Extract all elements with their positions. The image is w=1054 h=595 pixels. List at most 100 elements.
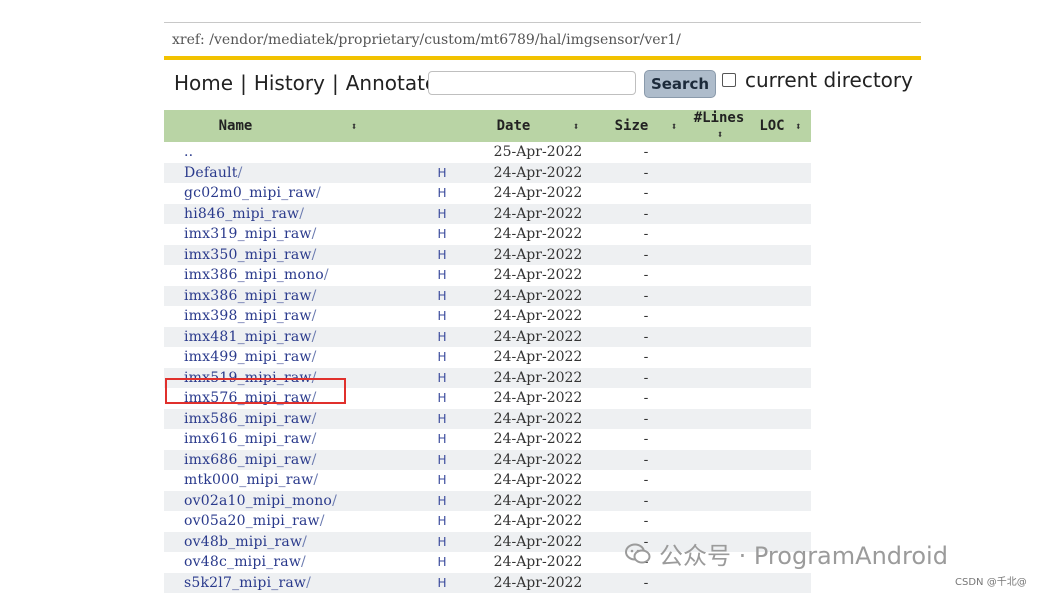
file-name-link[interactable]: .. bbox=[164, 142, 412, 163]
table-row[interactable]: imx586_mipi_raw/H 24-Apr-2022- bbox=[164, 408, 811, 429]
table-row[interactable]: gc02m0_mipi_raw/H 24-Apr-2022- bbox=[164, 183, 811, 204]
history-h-link[interactable]: H bbox=[412, 326, 472, 347]
annotate-link[interactable]: Annotate bbox=[346, 71, 438, 95]
history-h-link[interactable]: H bbox=[412, 531, 472, 552]
file-name-link[interactable]: imx319_mipi_raw/ bbox=[164, 224, 412, 245]
file-name-link[interactable]: imx481_mipi_raw/ bbox=[164, 326, 412, 347]
table-row[interactable]: imx350_mipi_raw/H 24-Apr-2022- bbox=[164, 244, 811, 265]
search-input[interactable] bbox=[428, 71, 636, 95]
file-name[interactable]: imx386_mipi_raw bbox=[184, 288, 312, 304]
file-name-link[interactable]: imx616_mipi_raw/ bbox=[164, 429, 412, 450]
history-h-link[interactable]: H bbox=[412, 429, 472, 450]
history-h-link[interactable]: H bbox=[412, 203, 472, 224]
history-h-link[interactable]: H bbox=[412, 511, 472, 532]
file-name[interactable]: imx586_mipi_raw bbox=[184, 411, 312, 427]
file-name-link[interactable]: imx586_mipi_raw/ bbox=[164, 408, 412, 429]
history-h-link[interactable]: H bbox=[412, 285, 472, 306]
date-cell: 24-Apr-2022 bbox=[493, 267, 583, 284]
sort-icon[interactable]: ⬍ bbox=[573, 120, 580, 133]
header-loc[interactable]: LOC ⬍ bbox=[750, 110, 811, 142]
file-name-link[interactable]: imx499_mipi_raw/ bbox=[164, 347, 412, 368]
file-name-link[interactable]: Default/ bbox=[164, 162, 412, 183]
file-name-link[interactable]: imx350_mipi_raw/ bbox=[164, 244, 412, 265]
history-h-link[interactable]: H bbox=[412, 224, 472, 245]
sort-icon[interactable]: ⬍ bbox=[671, 120, 678, 133]
file-name[interactable]: Default bbox=[184, 165, 238, 181]
loc-cell bbox=[750, 490, 811, 511]
file-name-link[interactable]: ov05a20_mipi_raw/ bbox=[164, 511, 412, 532]
history-link[interactable]: History bbox=[254, 71, 325, 95]
table-row[interactable]: s5k2l7_mipi_raw/H 24-Apr-2022- bbox=[164, 572, 811, 593]
file-name-link[interactable]: ov48b_mipi_raw/ bbox=[164, 531, 412, 552]
file-name-link[interactable]: imx386_mipi_mono/ bbox=[164, 265, 412, 286]
table-row[interactable]: ov05a20_mipi_raw/H 24-Apr-2022- bbox=[164, 511, 811, 532]
file-name[interactable]: ov48c_mipi_raw bbox=[184, 554, 301, 570]
file-name-link[interactable]: imx386_mipi_raw/ bbox=[164, 285, 412, 306]
history-h-link[interactable]: H bbox=[412, 552, 472, 573]
file-name[interactable]: imx499_mipi_raw bbox=[184, 349, 312, 365]
table-row[interactable]: imx386_mipi_mono/H 24-Apr-2022- bbox=[164, 265, 811, 286]
file-name[interactable]: ov48b_mipi_raw bbox=[184, 534, 302, 550]
table-row[interactable]: imx499_mipi_raw/H 24-Apr-2022- bbox=[164, 347, 811, 368]
sort-icon[interactable]: ⬍ bbox=[717, 128, 724, 141]
file-name-link[interactable]: imx686_mipi_raw/ bbox=[164, 449, 412, 470]
file-name[interactable]: imx350_mipi_raw bbox=[184, 247, 312, 263]
table-row[interactable]: Default/H 24-Apr-2022- bbox=[164, 162, 811, 183]
history-h-link[interactable]: H bbox=[412, 265, 472, 286]
history-h-link[interactable]: H bbox=[412, 306, 472, 327]
file-name-link[interactable]: gc02m0_mipi_raw/ bbox=[164, 183, 412, 204]
history-h-link[interactable]: H bbox=[412, 388, 472, 409]
header-name[interactable]: Name ⬍ bbox=[164, 110, 412, 142]
table-row[interactable]: imx398_mipi_raw/H 24-Apr-2022- bbox=[164, 306, 811, 327]
file-name[interactable]: imx481_mipi_raw bbox=[184, 329, 312, 345]
file-name[interactable]: mtk000_mipi_raw bbox=[184, 472, 313, 488]
file-name[interactable]: imx686_mipi_raw bbox=[184, 452, 312, 468]
header-lines[interactable]: #Lines ⬍ bbox=[688, 110, 750, 142]
table-row[interactable]: hi846_mipi_raw/H 24-Apr-2022- bbox=[164, 203, 811, 224]
file-name-link[interactable]: ov48c_mipi_raw/ bbox=[164, 552, 412, 573]
file-name[interactable]: ov05a20_mipi_raw bbox=[184, 513, 320, 529]
table-row[interactable]: mtk000_mipi_raw/H 24-Apr-2022- bbox=[164, 470, 811, 491]
header-size[interactable]: Size ⬍ bbox=[604, 110, 688, 142]
current-directory-checkbox[interactable] bbox=[722, 73, 736, 87]
loc-cell bbox=[750, 203, 811, 224]
table-row[interactable]: imx319_mipi_raw/H 24-Apr-2022- bbox=[164, 224, 811, 245]
file-name[interactable]: imx398_mipi_raw bbox=[184, 308, 312, 324]
history-h-link[interactable]: H bbox=[412, 347, 472, 368]
file-name-link[interactable]: hi846_mipi_raw/ bbox=[164, 203, 412, 224]
history-h-link[interactable]: H bbox=[412, 367, 472, 388]
history-h-link[interactable]: H bbox=[412, 470, 472, 491]
file-name[interactable]: imx319_mipi_raw bbox=[184, 226, 312, 242]
file-name[interactable]: gc02m0_mipi_raw bbox=[184, 185, 316, 201]
history-h-link[interactable]: H bbox=[412, 244, 472, 265]
history-h-link[interactable]: H bbox=[412, 183, 472, 204]
history-h-link[interactable]: H bbox=[412, 449, 472, 470]
header-date[interactable]: Date ⬍ bbox=[472, 110, 604, 142]
table-row[interactable]: imx616_mipi_raw/H 24-Apr-2022- bbox=[164, 429, 811, 450]
xref-path[interactable]: xref: /vendor/mediatek/proprietary/custo… bbox=[172, 32, 681, 48]
file-name-link[interactable]: imx398_mipi_raw/ bbox=[164, 306, 412, 327]
file-name-link[interactable]: ov02a10_mipi_mono/ bbox=[164, 490, 412, 511]
file-name[interactable]: s5k2l7_mipi_raw bbox=[184, 575, 306, 591]
history-h-link[interactable]: H bbox=[412, 572, 472, 593]
file-name[interactable]: .. bbox=[184, 144, 193, 160]
table-row[interactable]: .. 25-Apr-2022 - bbox=[164, 142, 811, 163]
table-row[interactable]: ov02a10_mipi_mono/H 24-Apr-2022- bbox=[164, 490, 811, 511]
table-row[interactable]: imx686_mipi_raw/H 24-Apr-2022- bbox=[164, 449, 811, 470]
history-h-link[interactable]: H bbox=[412, 162, 472, 183]
file-name[interactable]: imx616_mipi_raw bbox=[184, 431, 312, 447]
file-name[interactable]: hi846_mipi_raw bbox=[184, 206, 299, 222]
history-h-link[interactable]: H bbox=[412, 408, 472, 429]
table-row[interactable]: imx481_mipi_raw/H 24-Apr-2022- bbox=[164, 326, 811, 347]
file-name[interactable]: ov02a10_mipi_mono bbox=[184, 493, 332, 509]
file-name[interactable]: imx386_mipi_mono bbox=[184, 267, 324, 283]
file-name-link[interactable]: s5k2l7_mipi_raw/ bbox=[164, 572, 412, 593]
file-name-link[interactable]: mtk000_mipi_raw/ bbox=[164, 470, 412, 491]
history-h-link[interactable] bbox=[412, 142, 472, 163]
sort-icon[interactable]: ⬍ bbox=[795, 120, 802, 133]
history-h-link[interactable]: H bbox=[412, 490, 472, 511]
home-link[interactable]: Home bbox=[174, 71, 233, 95]
sort-icon[interactable]: ⬍ bbox=[351, 120, 358, 133]
search-button[interactable]: Search bbox=[644, 70, 716, 98]
table-row[interactable]: imx386_mipi_raw/H 24-Apr-2022- bbox=[164, 285, 811, 306]
